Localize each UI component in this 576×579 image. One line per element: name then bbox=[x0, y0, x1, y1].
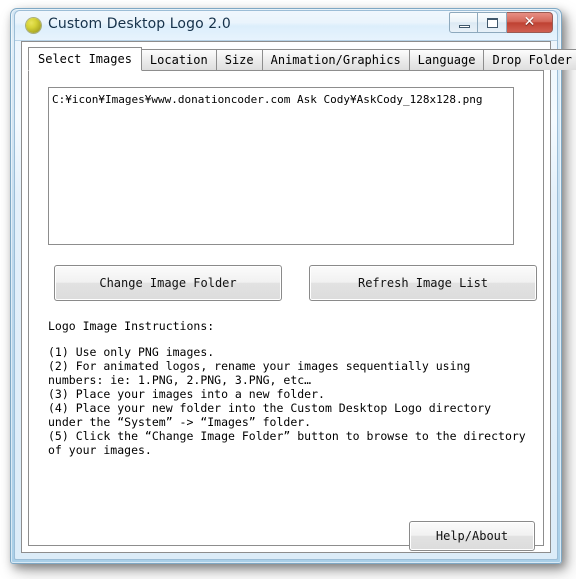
minimize-icon bbox=[459, 25, 470, 28]
image-list-box[interactable]: C:¥icon¥Images¥www.donationcoder.com Ask… bbox=[48, 87, 514, 245]
title-bar[interactable]: Custom Desktop Logo 2.0 ✕ bbox=[15, 11, 557, 41]
instructions-line-2: (2) For animated logos, rename your imag… bbox=[48, 359, 471, 387]
tab-size[interactable]: Size bbox=[215, 49, 263, 70]
help-about-button[interactable]: Help/About bbox=[409, 521, 535, 551]
minimize-button[interactable] bbox=[449, 12, 478, 33]
instructions-line-1: (1) Use only PNG images. bbox=[48, 345, 215, 359]
caption-buttons-group: ✕ bbox=[449, 12, 553, 33]
change-image-folder-label: Change Image Folder bbox=[99, 276, 237, 290]
window-title: Custom Desktop Logo 2.0 bbox=[48, 16, 231, 32]
change-image-folder-button[interactable]: Change Image Folder bbox=[54, 265, 282, 301]
list-item[interactable]: C:¥icon¥Images¥www.donationcoder.com Ask… bbox=[52, 92, 510, 107]
tab-language[interactable]: Language bbox=[408, 49, 485, 70]
refresh-image-list-button[interactable]: Refresh Image List bbox=[309, 265, 537, 301]
instructions-block: Logo Image Instructions: (1) Use only PN… bbox=[48, 319, 529, 457]
tab-select-images[interactable]: Select Images bbox=[28, 47, 142, 71]
tab-drop-folder[interactable]: Drop Folder bbox=[483, 49, 576, 70]
instructions-line-5: (5) Click the “Change Image Folder” butt… bbox=[48, 429, 526, 457]
instructions-title: Logo Image Instructions: bbox=[48, 319, 215, 333]
tab-page-select-images: C:¥icon¥Images¥www.donationcoder.com Ask… bbox=[28, 71, 544, 551]
client-area: Select Images Location Size Animation/Gr… bbox=[21, 41, 576, 553]
maximize-button[interactable] bbox=[478, 12, 507, 33]
instructions-line-4: (4) Place your new folder into the Custo… bbox=[48, 401, 492, 429]
tab-location[interactable]: Location bbox=[140, 49, 217, 70]
instructions-line-3: (3) Place your images into a new folder. bbox=[48, 387, 325, 401]
tab-animation-graphics[interactable]: Animation/Graphics bbox=[261, 49, 410, 70]
help-about-label: Help/About bbox=[435, 529, 509, 543]
window-inner-frame: Custom Desktop Logo 2.0 ✕ Select Images … bbox=[14, 10, 576, 560]
tab-strip: Select Images Location Size Animation/Gr… bbox=[28, 47, 576, 71]
close-icon: ✕ bbox=[523, 14, 536, 30]
app-logo-icon bbox=[26, 18, 41, 33]
close-button[interactable]: ✕ bbox=[507, 12, 553, 33]
application-window: Custom Desktop Logo 2.0 ✕ Select Images … bbox=[10, 8, 576, 564]
refresh-image-list-label: Refresh Image List bbox=[357, 276, 489, 290]
maximize-icon bbox=[487, 18, 498, 28]
